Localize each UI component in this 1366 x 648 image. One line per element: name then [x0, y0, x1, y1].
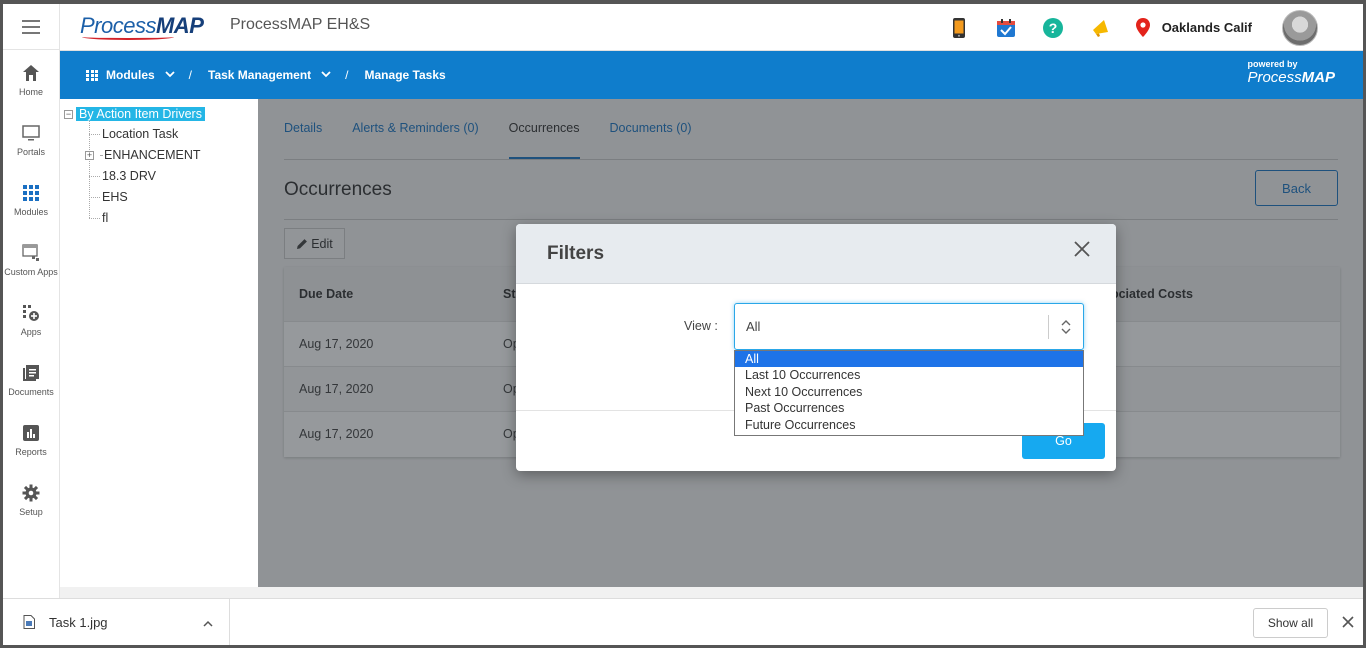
header-icons: ? Oaklands Calif: [948, 4, 1363, 51]
svg-text:?: ?: [1048, 20, 1057, 36]
tree-node[interactable]: fl: [89, 211, 108, 225]
modal-header: Filters: [516, 224, 1116, 284]
show-all-button[interactable]: Show all: [1253, 608, 1328, 638]
powered-by-label: powered by: [1247, 59, 1298, 69]
powered-logo-light: Process: [1247, 69, 1302, 86]
chevron-down-icon[interactable]: [165, 70, 175, 81]
rail-item-documents[interactable]: Documents: [3, 350, 59, 410]
option-next-10[interactable]: Next 10 Occurrences: [735, 384, 1083, 400]
rail-item-label: Custom Apps: [4, 267, 58, 277]
footer-strip: [60, 587, 1363, 598]
option-last-10[interactable]: Last 10 Occurrences: [735, 367, 1083, 383]
tree-node-label[interactable]: ENHANCEMENT: [104, 148, 201, 162]
tree-node-label[interactable]: 18.3 DRV: [102, 169, 156, 183]
rail-item-label: Portals: [16, 147, 45, 157]
option-past[interactable]: Past Occurrences: [735, 400, 1083, 416]
chevron-up-icon[interactable]: [203, 616, 213, 627]
expand-icon[interactable]: +: [85, 150, 94, 160]
file-icon: [23, 615, 35, 629]
location-selector[interactable]: Oaklands Calif: [1135, 18, 1252, 37]
select-divider: [1048, 315, 1049, 339]
view-options-list: All Last 10 Occurrences Next 10 Occurren…: [734, 350, 1084, 436]
help-icon[interactable]: ?: [1042, 17, 1064, 39]
mobile-phone-icon[interactable]: [948, 17, 970, 39]
breadcrumb: Modules / Task Management / Manage Tasks: [86, 68, 446, 82]
left-rail: Home Portals Modules Custom Apps Apps Do…: [0, 4, 60, 598]
breadcrumb-bar: Modules / Task Management / Manage Tasks…: [60, 51, 1363, 99]
rail-item-label: Apps: [20, 327, 42, 337]
grid-icon: [21, 183, 41, 203]
rail-item-reports[interactable]: Reports: [3, 410, 59, 470]
reports-icon: [21, 423, 41, 443]
monitor-icon: [21, 123, 41, 143]
chevron-updown-icon: [1059, 318, 1073, 336]
rail-item-label: Setup: [19, 507, 43, 517]
tree-node[interactable]: 18.3 DRV: [89, 169, 156, 183]
view-select-value: All: [746, 319, 761, 334]
rail-item-setup[interactable]: Setup: [3, 470, 59, 530]
view-select[interactable]: All: [734, 303, 1084, 350]
tree-node-label[interactable]: Location Task: [102, 127, 178, 141]
tree-node-label[interactable]: fl: [102, 211, 108, 225]
logo-swoosh: [82, 34, 174, 40]
breadcrumb-separator: /: [345, 68, 349, 82]
tree-node[interactable]: EHS: [89, 190, 128, 204]
breadcrumb-task-management[interactable]: Task Management: [208, 68, 311, 82]
rail-item-modules[interactable]: Modules: [0, 170, 59, 230]
rail-item-custom-apps[interactable]: Custom Apps: [3, 230, 59, 290]
home-icon: [21, 63, 41, 83]
breadcrumb-current: Manage Tasks: [364, 68, 446, 82]
close-icon[interactable]: [1071, 238, 1093, 260]
tree-node[interactable]: Location Task: [89, 127, 178, 141]
breadcrumb-separator: /: [188, 68, 193, 82]
close-icon[interactable]: [1341, 615, 1355, 629]
rail-item-label: Documents: [8, 387, 54, 397]
gear-icon: [21, 483, 41, 503]
map-pin-icon: [1135, 18, 1150, 37]
rail-item-label: Modules: [13, 207, 49, 217]
calendar-check-icon[interactable]: [995, 17, 1017, 39]
powered-by-logo: powered by ProcessMAP: [1247, 59, 1335, 87]
chevron-down-icon[interactable]: [321, 70, 331, 81]
tree-node-label[interactable]: EHS: [102, 190, 128, 204]
modal-title: Filters: [547, 243, 605, 264]
tree-root[interactable]: − By Action Item Drivers: [64, 107, 205, 121]
download-item[interactable]: Task 1.jpg: [3, 599, 230, 645]
location-name: Oaklands Calif: [1161, 20, 1252, 35]
top-header: ProcessMAP ProcessMAP EH&S ? Oaklands Ca…: [60, 4, 1363, 51]
option-future[interactable]: Future Occurrences: [735, 417, 1083, 433]
breadcrumb-modules[interactable]: Modules: [106, 68, 155, 82]
rail-item-label: Reports: [15, 447, 47, 457]
modules-grid-icon: [86, 69, 98, 81]
app-title: ProcessMAP EH&S: [230, 16, 371, 33]
rail-item-home[interactable]: Home: [3, 50, 59, 110]
hamburger-menu-icon[interactable]: [3, 4, 59, 50]
custom-apps-icon: [21, 243, 41, 263]
megaphone-icon[interactable]: [1089, 17, 1111, 39]
rail-item-portals[interactable]: Portals: [3, 110, 59, 170]
rail-item-apps[interactable]: Apps: [3, 290, 59, 350]
user-avatar[interactable]: [1282, 9, 1318, 46]
powered-logo-bold: MAP: [1301, 69, 1335, 86]
apps-add-icon: [21, 303, 41, 323]
download-file-name: Task 1.jpg: [49, 614, 108, 630]
collapse-icon[interactable]: −: [64, 109, 73, 119]
view-label: View :: [684, 319, 718, 333]
documents-icon: [21, 363, 41, 383]
driver-tree: − By Action Item Drivers Location Task +…: [60, 99, 258, 593]
download-bar: Task 1.jpg Show all: [3, 598, 1363, 645]
tree-node[interactable]: + ENHANCEMENT: [85, 148, 201, 162]
tree-root-label[interactable]: By Action Item Drivers: [76, 107, 205, 121]
option-all[interactable]: All: [735, 351, 1083, 368]
rail-item-label: Home: [18, 87, 43, 97]
